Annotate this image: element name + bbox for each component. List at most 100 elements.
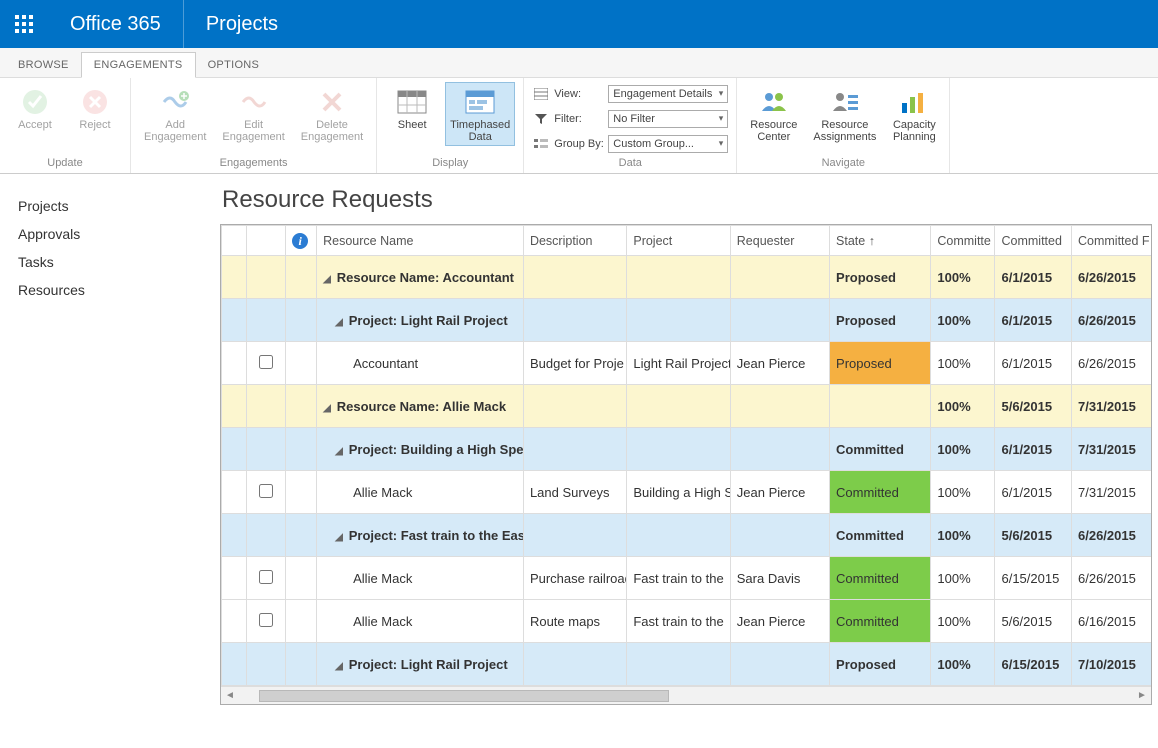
- project-cell: [627, 428, 730, 471]
- group-label-navigate: Navigate: [745, 155, 941, 171]
- table-row[interactable]: Allie MackLand SurveysBuilding a High SJ…: [222, 471, 1153, 514]
- left-nav: Projects Approvals Tasks Resources: [0, 174, 218, 705]
- sheet-icon: [397, 85, 427, 119]
- requester-cell: Jean Pierce: [730, 471, 829, 514]
- table-row[interactable]: Allie MackRoute mapsFast train to the Je…: [222, 600, 1153, 643]
- committed-pct-cell: 100%: [931, 342, 995, 385]
- edit-engagement-button[interactable]: Edit Engagement: [217, 82, 289, 146]
- collapse-icon[interactable]: ◢: [335, 446, 345, 457]
- nav-tasks[interactable]: Tasks: [18, 248, 218, 276]
- group-dropdown[interactable]: Custom Group...▾: [608, 135, 728, 153]
- group-label-data: Data: [532, 155, 728, 171]
- row-checkbox[interactable]: [259, 613, 273, 627]
- collapse-icon[interactable]: ◢: [335, 317, 345, 328]
- resource-name-cell: ◢ Resource Name: Allie Mack: [317, 385, 524, 428]
- chevron-down-icon: ▾: [719, 113, 724, 124]
- state-cell: Committed: [830, 557, 931, 600]
- nav-resources[interactable]: Resources: [18, 276, 218, 304]
- scroll-left-icon[interactable]: ◄: [221, 690, 239, 701]
- ribbon-group-data: View: Engagement Details▾ Filter: No Fil…: [524, 78, 737, 173]
- table-row[interactable]: Allie MackPurchase railroadFast train to…: [222, 557, 1153, 600]
- state-cell: Proposed: [830, 256, 931, 299]
- resource-name-cell: Allie Mack: [317, 471, 524, 514]
- description-cell: [523, 428, 626, 471]
- nav-approvals[interactable]: Approvals: [18, 220, 218, 248]
- state-cell: Committed: [830, 600, 931, 643]
- committed-pct-cell: 100%: [931, 471, 995, 514]
- filter-label: Filter:: [554, 113, 604, 125]
- collapse-icon[interactable]: ◢: [323, 274, 333, 285]
- project-cell: [627, 299, 730, 342]
- suite-bar: Office 365 Projects: [0, 0, 1158, 48]
- requester-cell: Sara Davis: [730, 557, 829, 600]
- view-dropdown[interactable]: Engagement Details▾: [608, 85, 728, 103]
- scroll-thumb[interactable]: [259, 690, 669, 702]
- info-icon: i: [292, 233, 308, 249]
- col-state[interactable]: State ↑: [830, 226, 931, 256]
- requester-cell: [730, 643, 829, 686]
- collapse-icon[interactable]: ◢: [323, 403, 333, 414]
- sheet-view-button[interactable]: Sheet: [385, 82, 439, 134]
- table-row[interactable]: AccountantBudget for ProjeLight Rail Pro…: [222, 342, 1153, 385]
- requester-cell: [730, 256, 829, 299]
- table-row[interactable]: ◢ Project: Light Rail ProjectProposed100…: [222, 299, 1153, 342]
- app-launcher-icon[interactable]: [0, 0, 48, 48]
- row-checkbox[interactable]: [259, 355, 273, 369]
- timephased-data-button[interactable]: Timephased Data: [445, 82, 515, 146]
- col-committed-from[interactable]: Committed: [995, 226, 1072, 256]
- tab-engagements[interactable]: ENGAGEMENTS: [81, 52, 196, 78]
- project-cell: [627, 256, 730, 299]
- committed-to-cell: 6/26/2015: [1072, 514, 1153, 557]
- info-column-header[interactable]: i: [286, 226, 317, 256]
- row-checkbox[interactable]: [259, 484, 273, 498]
- table-row[interactable]: ◢ Project: Fast train to the EasCommitte…: [222, 514, 1153, 557]
- app-title[interactable]: Projects: [184, 0, 300, 48]
- tab-browse[interactable]: BROWSE: [6, 53, 81, 77]
- committed-from-cell: 5/6/2015: [995, 600, 1072, 643]
- col-project[interactable]: Project: [627, 226, 730, 256]
- collapse-icon[interactable]: ◢: [335, 532, 345, 543]
- committed-to-cell: 6/26/2015: [1072, 299, 1153, 342]
- add-engagement-button[interactable]: Add Engagement: [139, 82, 211, 146]
- requester-cell: Jean Pierce: [730, 342, 829, 385]
- tab-options[interactable]: OPTIONS: [196, 53, 272, 77]
- row-checkbox[interactable]: [259, 570, 273, 584]
- table-row[interactable]: ◢ Resource Name: Allie Mack100%5/6/20157…: [222, 385, 1153, 428]
- description-cell: [523, 643, 626, 686]
- state-cell: [830, 385, 931, 428]
- table-row[interactable]: ◢ Project: Light Rail ProjectProposed100…: [222, 643, 1153, 686]
- collapse-icon[interactable]: ◢: [335, 661, 345, 672]
- filter-dropdown[interactable]: No Filter▾: [608, 110, 728, 128]
- horizontal-scrollbar[interactable]: ◄ ►: [221, 686, 1151, 704]
- scroll-right-icon[interactable]: ►: [1133, 690, 1151, 701]
- resource-name-cell: Allie Mack: [317, 600, 524, 643]
- col-requester[interactable]: Requester: [730, 226, 829, 256]
- resource-requests-grid: i Resource Name Description Project Requ…: [220, 224, 1152, 705]
- nav-projects[interactable]: Projects: [18, 192, 218, 220]
- capacity-planning-button[interactable]: Capacity Planning: [887, 82, 941, 146]
- col-description[interactable]: Description: [523, 226, 626, 256]
- ribbon: Accept Reject Update Add Engagement Edit…: [0, 78, 1158, 174]
- accept-button[interactable]: Accept: [8, 82, 62, 134]
- table-row[interactable]: ◢ Resource Name: AccountantProposed100%6…: [222, 256, 1153, 299]
- col-committed-pct[interactable]: Committe: [931, 226, 995, 256]
- project-cell: [627, 385, 730, 428]
- requester-cell: [730, 299, 829, 342]
- description-cell: Land Surveys: [523, 471, 626, 514]
- delete-engagement-button[interactable]: Delete Engagement: [296, 82, 368, 146]
- table-row[interactable]: ◢ Project: Building a High SpeCommitted1…: [222, 428, 1153, 471]
- committed-pct-cell: 100%: [931, 428, 995, 471]
- resource-center-button[interactable]: Resource Center: [745, 82, 802, 146]
- ribbon-group-display: Sheet Timephased Data Display: [377, 78, 524, 173]
- group-label-update: Update: [8, 155, 122, 171]
- reject-button[interactable]: Reject: [68, 82, 122, 134]
- committed-from-cell: 6/1/2015: [995, 471, 1072, 514]
- state-cell: Proposed: [830, 342, 931, 385]
- resource-assignments-button[interactable]: Resource Assignments: [808, 82, 881, 146]
- brand-title[interactable]: Office 365: [48, 0, 184, 48]
- committed-from-cell: 5/6/2015: [995, 514, 1072, 557]
- group-icon: [532, 138, 550, 150]
- col-committed-to[interactable]: Committed F: [1072, 226, 1153, 256]
- description-cell: [523, 514, 626, 557]
- col-resource-name[interactable]: Resource Name: [317, 226, 524, 256]
